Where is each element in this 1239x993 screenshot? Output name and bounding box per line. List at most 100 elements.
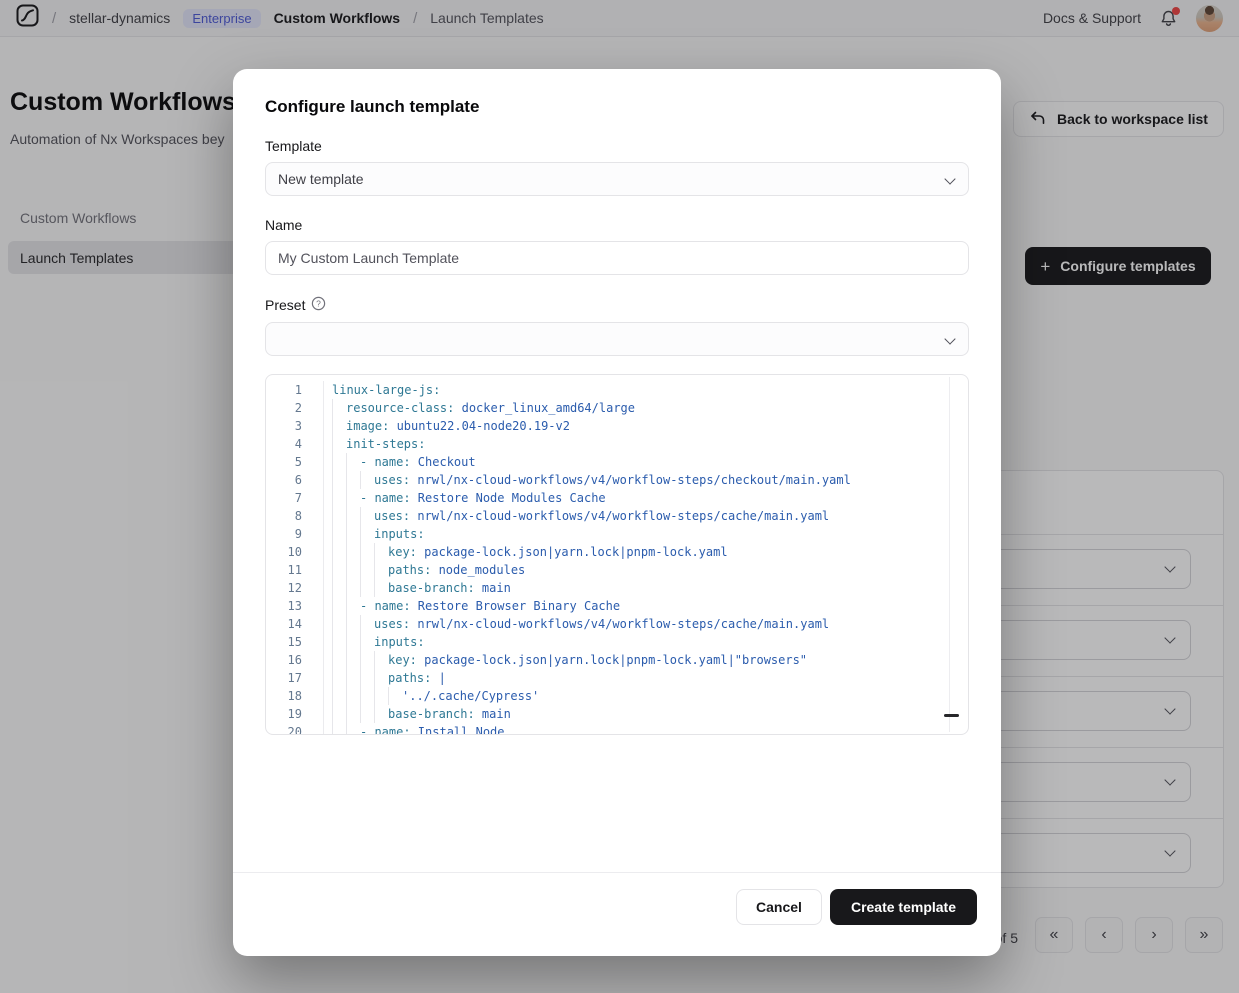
indent-guide — [360, 471, 374, 489]
line-number: 19 — [266, 705, 324, 723]
indent-guide — [360, 615, 374, 633]
line-number: 9 — [266, 525, 324, 543]
code-line: 13- name: Restore Browser Binary Cache — [266, 597, 968, 615]
template-select[interactable]: New template — [265, 162, 969, 196]
create-template-button[interactable]: Create template — [830, 889, 977, 925]
indent-guide — [332, 453, 346, 471]
line-number: 7 — [266, 489, 324, 507]
line-number: 6 — [266, 471, 324, 489]
code-token: key: — [388, 651, 417, 669]
preset-select[interactable] — [265, 322, 969, 356]
indent-guide — [332, 471, 346, 489]
code-line: 14uses: nrwl/nx-cloud-workflows/v4/workf… — [266, 615, 968, 633]
yaml-code-editor[interactable]: 1linux-large-js:2resource-class: docker_… — [265, 374, 969, 735]
cancel-button[interactable]: Cancel — [736, 889, 822, 925]
indent-guide — [346, 669, 360, 687]
indent-guide — [346, 633, 360, 651]
code-token: name: — [374, 597, 410, 615]
indent-guide — [332, 651, 346, 669]
indent-guide — [332, 723, 346, 735]
code-token: | — [431, 669, 445, 687]
indent-guide — [332, 561, 346, 579]
indent-guide — [374, 687, 388, 705]
configure-launch-template-modal: Configure launch template Template New t… — [233, 69, 1001, 956]
line-number: 18 — [266, 687, 324, 705]
line-number: 17 — [266, 669, 324, 687]
indent-guide — [374, 669, 388, 687]
code-token: docker_linux_amd64/large — [454, 399, 635, 417]
indent-guide — [374, 705, 388, 723]
indent-guide — [346, 543, 360, 561]
svg-text:?: ? — [317, 299, 322, 309]
indent-guide — [360, 633, 374, 651]
editor-scrollbar-thumb[interactable] — [944, 714, 959, 717]
indent-guide — [374, 561, 388, 579]
code-token: name: — [374, 723, 410, 735]
indent-guide — [374, 651, 388, 669]
indent-guide — [360, 543, 374, 561]
code-token: nrwl/nx-cloud-workflows/v4/workflow-step… — [410, 471, 851, 489]
code-line: 9 inputs: — [266, 525, 968, 543]
code-token: base-branch: — [388, 579, 475, 597]
code-token: - — [360, 489, 374, 507]
code-token: uses: — [374, 507, 410, 525]
code-line: 17 paths: | — [266, 669, 968, 687]
indent-guide — [332, 633, 346, 651]
code-line: 20- name: Install Node — [266, 723, 968, 735]
line-number: 12 — [266, 579, 324, 597]
chevron-down-icon — [944, 173, 955, 184]
code-token: - — [360, 597, 374, 615]
preset-label-text: Preset — [265, 297, 305, 313]
code-token: name: — [374, 453, 410, 471]
code-token: Restore Node Modules Cache — [411, 489, 606, 507]
name-input[interactable] — [265, 241, 969, 275]
code-token: name: — [374, 489, 410, 507]
indent-guide — [346, 579, 360, 597]
indent-guide — [346, 561, 360, 579]
code-token: uses: — [374, 471, 410, 489]
code-line: 5- name: Checkout — [266, 453, 968, 471]
code-token: nrwl/nx-cloud-workflows/v4/workflow-step… — [410, 615, 829, 633]
template-field-label: Template — [265, 138, 969, 154]
code-line: 19 base-branch: main — [266, 705, 968, 723]
indent-guide — [346, 723, 360, 735]
code-line: 6 uses: nrwl/nx-cloud-workflows/v4/workfl… — [266, 471, 968, 489]
indent-guide — [346, 597, 360, 615]
indent-guide — [346, 489, 360, 507]
indent-guide — [374, 579, 388, 597]
indent-guide — [360, 705, 374, 723]
indent-guide — [360, 507, 374, 525]
code-line: 2resource-class: docker_linux_amd64/larg… — [266, 399, 968, 417]
code-token: Install Node — [411, 723, 505, 735]
indent-guide — [346, 687, 360, 705]
code-token: '../.cache/Cypress' — [402, 687, 539, 705]
indent-guide — [360, 561, 374, 579]
line-number: 3 — [266, 417, 324, 435]
template-select-value: New template — [278, 171, 364, 187]
line-number: 10 — [266, 543, 324, 561]
preset-field-label: Preset ? — [265, 296, 969, 314]
code-token: uses: — [374, 615, 410, 633]
code-token: inputs: — [374, 525, 425, 543]
modal-title: Configure launch template — [265, 97, 969, 117]
indent-guide — [360, 579, 374, 597]
indent-guide — [332, 525, 346, 543]
indent-guide — [332, 615, 346, 633]
code-token: linux-large-js: — [332, 381, 440, 399]
code-token: inputs: — [374, 633, 425, 651]
code-token: main — [475, 705, 511, 723]
help-icon[interactable]: ? — [311, 296, 326, 314]
code-token: base-branch: — [388, 705, 475, 723]
indent-guide — [346, 471, 360, 489]
line-number: 20 — [266, 723, 324, 735]
code-line: 10key: package-lock.json|yarn.lock|pnpm-… — [266, 543, 968, 561]
code-token: init-steps: — [346, 435, 425, 453]
code-line: 11paths: node_modules — [266, 561, 968, 579]
indent-guide — [346, 525, 360, 543]
line-number: 15 — [266, 633, 324, 651]
code-token: paths: — [388, 561, 431, 579]
code-line: 4init-steps: — [266, 435, 968, 453]
indent-guide — [332, 399, 346, 417]
code-token: paths: — [388, 669, 431, 687]
indent-guide — [360, 525, 374, 543]
